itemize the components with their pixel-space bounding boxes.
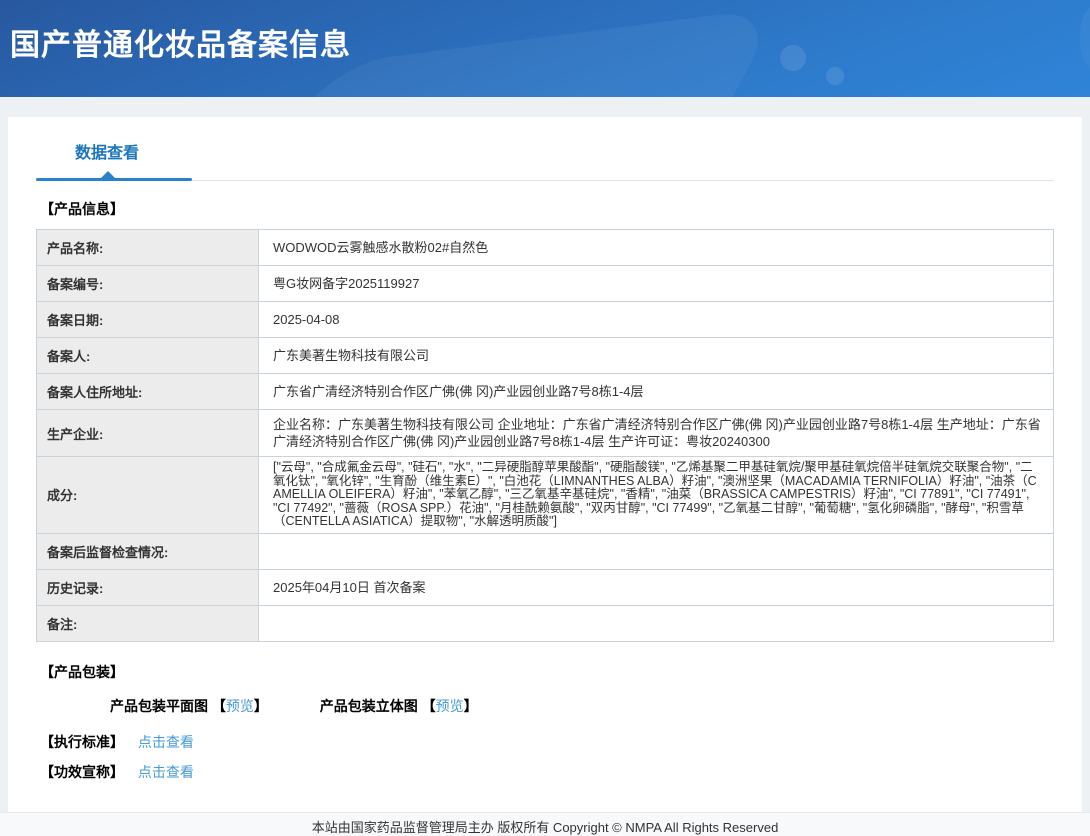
tab-rule bbox=[36, 171, 1054, 181]
execution-standard-view-link[interactable]: 点击查看 bbox=[138, 734, 194, 750]
efficacy-claim-view-link[interactable]: 点击查看 bbox=[138, 764, 194, 780]
page-header: 国产普通化妆品备案信息 bbox=[0, 0, 1090, 97]
table-row-remark: 备注: bbox=[36, 604, 1054, 642]
row-label: 备案人: bbox=[36, 337, 259, 374]
row-label: 生产企业: bbox=[36, 409, 259, 457]
table-row-product-name: 产品名称: WODWOD云雾触感水散粉02#自然色 bbox=[36, 229, 1054, 266]
section-efficacy-claim-title: 【功效宣称】 bbox=[40, 763, 124, 780]
table-row-filer-address: 备案人住所地址: 广东省广清经济特别合作区广佛(佛 冈)产业园创业路7号8栋1-… bbox=[36, 373, 1054, 410]
row-value: 广东美著生物科技有限公司 bbox=[258, 337, 1054, 374]
packaging-preview-line: 产品包装平面图 【预览】 产品包装立体图 【预览】 bbox=[36, 696, 1054, 716]
tab-active-indicator bbox=[36, 178, 192, 181]
page-footer: 本站由国家药品监督管理局主办 版权所有 Copyright © NMPA All… bbox=[0, 811, 1090, 836]
row-label: 产品名称: bbox=[36, 229, 259, 266]
bracket-close: 】 bbox=[253, 697, 268, 714]
packaging-stereo-label: 产品包装立体图 bbox=[319, 697, 418, 714]
section-product-info-title: 【产品信息】 bbox=[40, 201, 124, 217]
page-title: 国产普通化妆品备案信息 bbox=[10, 29, 351, 62]
row-value: 粤G妆网备字2025119927 bbox=[258, 265, 1054, 302]
execution-standard-line: 【执行标准】 点击查看 bbox=[40, 732, 1054, 752]
row-label: 备案编号: bbox=[36, 265, 259, 302]
row-label: 备注: bbox=[36, 604, 259, 642]
row-value: 2025-04-08 bbox=[258, 301, 1054, 338]
row-value: WODWOD云雾触感水散粉02#自然色 bbox=[258, 229, 1054, 266]
row-label: 历史记录: bbox=[36, 568, 259, 606]
row-label: 备案后监督检查情况: bbox=[36, 532, 259, 570]
table-row-supervision: 备案后监督检查情况: bbox=[36, 532, 1054, 570]
table-row-filer: 备案人: 广东美著生物科技有限公司 bbox=[36, 337, 1054, 374]
efficacy-claim-line: 【功效宣称】 点击查看 bbox=[40, 762, 1054, 782]
packaging-stereo-group: 产品包装立体图 【预览】 bbox=[320, 698, 478, 714]
bracket-open: 【 bbox=[421, 697, 436, 714]
tab-bar: 数据查看 bbox=[36, 139, 1054, 181]
table-row-filing-date: 备案日期: 2025-04-08 bbox=[36, 301, 1054, 338]
content-card: 数据查看 【产品信息】 产品名称: WODWOD云雾触感水散粉02#自然色 备案… bbox=[8, 117, 1082, 812]
packaging-flat-label: 产品包装平面图 bbox=[110, 697, 208, 714]
product-info-table: 产品名称: WODWOD云雾触感水散粉02#自然色 备案编号: 粤G妆网备字20… bbox=[36, 229, 1054, 642]
row-label: 备案日期: bbox=[36, 301, 259, 338]
packaging-flat-preview-link[interactable]: 预览 bbox=[226, 698, 254, 714]
section-execution-standard-title: 【执行标准】 bbox=[40, 733, 124, 750]
row-value: 2025年04月10日 首次备案 bbox=[258, 568, 1054, 606]
row-label: 成分: bbox=[36, 456, 259, 534]
row-value: 广东省广清经济特别合作区广佛(佛 冈)产业园创业路7号8栋1-4层 bbox=[258, 373, 1054, 410]
table-row-history: 历史记录: 2025年04月10日 首次备案 bbox=[36, 568, 1054, 606]
tab-active-triangle-icon bbox=[101, 171, 115, 178]
footer-text: 本站由国家药品监督管理局主办 版权所有 Copyright © NMPA All… bbox=[311, 819, 779, 835]
packaging-stereo-preview-link[interactable]: 预览 bbox=[436, 698, 464, 714]
table-row-ingredients: 成分: ["云母", "合成氟金云母", "硅石", "水", "二异硬脂醇苹果… bbox=[36, 456, 1054, 534]
table-row-manufacturer: 生产企业: 企业名称：广东美著生物科技有限公司 企业地址：广东省广清经济特别合作… bbox=[36, 409, 1054, 457]
row-value: 企业名称：广东美著生物科技有限公司 企业地址：广东省广清经济特别合作区广佛(佛 … bbox=[258, 409, 1054, 457]
row-value bbox=[258, 604, 1054, 642]
section-packaging-title: 【产品包装】 bbox=[40, 663, 124, 680]
row-value: ["云母", "合成氟金云母", "硅石", "水", "二异硬脂醇苹果酸酯",… bbox=[258, 456, 1054, 534]
table-row-filing-number: 备案编号: 粤G妆网备字2025119927 bbox=[36, 265, 1054, 302]
row-value bbox=[258, 532, 1054, 570]
packaging-flat-group: 产品包装平面图 【预览】 bbox=[110, 698, 272, 714]
bracket-close: 】 bbox=[463, 697, 478, 714]
row-label: 备案人住所地址: bbox=[36, 373, 259, 410]
bracket-open: 【 bbox=[211, 697, 226, 714]
